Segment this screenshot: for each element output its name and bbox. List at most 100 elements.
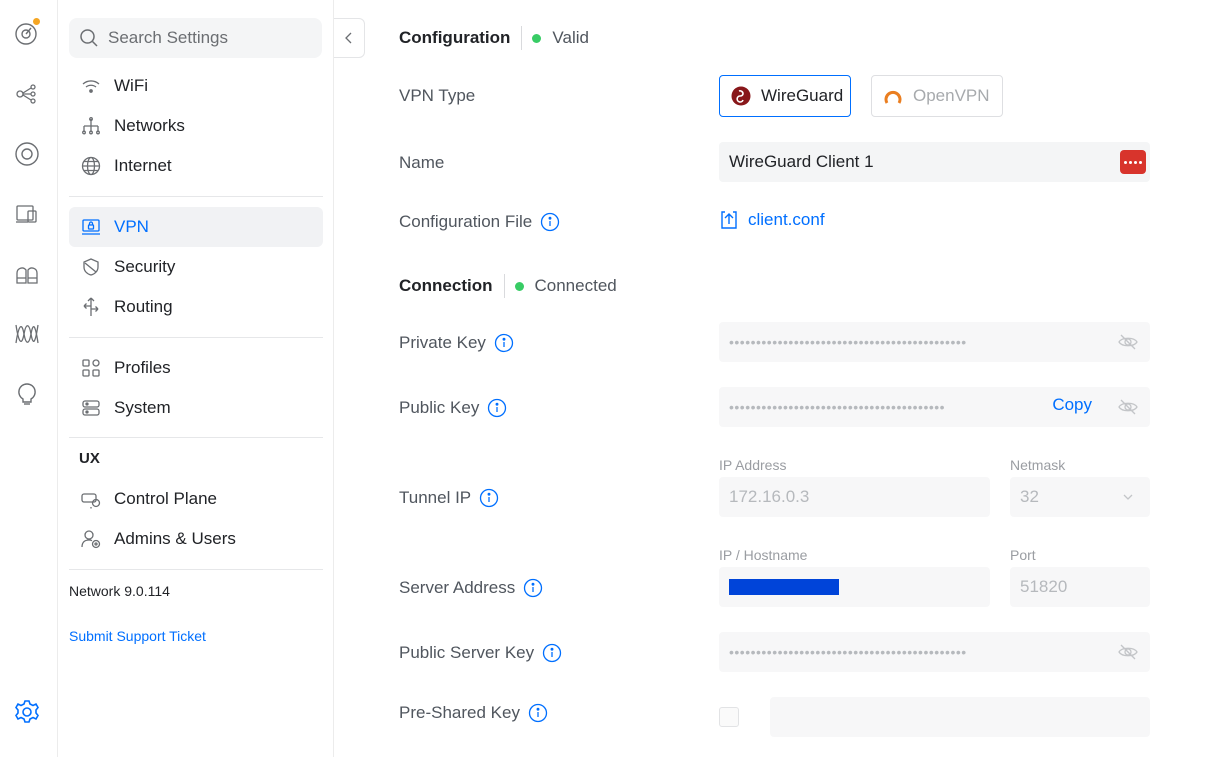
notification-dot (32, 17, 41, 26)
tunnel-ip-label: Tunnel IP (399, 488, 499, 508)
sidebar-item-label: Security (114, 257, 176, 276)
globe-icon (81, 156, 101, 176)
name-field[interactable]: WireGuard Client 1 (719, 142, 1150, 182)
eye-off-icon[interactable] (1118, 332, 1138, 352)
public-key-label: Public Key (399, 398, 507, 418)
server-address-label: Server Address (399, 578, 543, 598)
private-key-field[interactable]: ••••••••••••••••••••••••••••••••••••••••… (719, 322, 1150, 362)
chevron-left-icon (345, 32, 352, 44)
system-icon (81, 398, 101, 418)
support-ticket-link[interactable]: Submit Support Ticket (69, 628, 206, 644)
sidebar-divider (69, 337, 323, 338)
sidebar-item-control-plane[interactable]: Control Plane (69, 479, 323, 519)
public-server-key-label: Public Server Key (399, 643, 562, 663)
sidebar-item-label: Networks (114, 116, 185, 135)
topology-icon[interactable] (13, 80, 41, 108)
search-input[interactable] (108, 28, 308, 48)
sidebar-divider (69, 437, 323, 438)
profiles-icon (81, 358, 101, 378)
insights-icon[interactable] (13, 260, 41, 288)
configuration-status: Valid (552, 28, 589, 47)
collapse-sidebar-button[interactable] (334, 18, 365, 58)
sidebar-item-label: VPN (114, 217, 149, 236)
vpn-icon (81, 217, 101, 237)
sidebar-item-networks[interactable]: Networks (69, 106, 323, 146)
server-address-label-text: Server Address (399, 578, 516, 597)
status-dot (514, 281, 524, 291)
pre-shared-key-label-text: Pre-Shared Key (399, 703, 520, 722)
wireguard-logo-icon (731, 86, 751, 106)
info-icon[interactable] (523, 578, 543, 598)
config-file-link[interactable]: client.conf (719, 210, 825, 230)
wireguard-option[interactable]: WireGuard (719, 75, 851, 117)
info-icon[interactable] (494, 333, 514, 353)
search-icon (80, 29, 98, 47)
name-label: Name (399, 153, 444, 173)
pre-shared-key-label: Pre-Shared Key (399, 703, 548, 723)
clients-icon[interactable] (13, 200, 41, 228)
sidebar-item-wifi[interactable]: WiFi (69, 66, 323, 106)
openvpn-logo-icon (884, 90, 902, 104)
upload-icon (721, 211, 737, 229)
eye-off-icon[interactable] (1118, 642, 1138, 662)
eye-off-icon[interactable] (1118, 397, 1138, 417)
wifi-icon (81, 76, 101, 96)
sidebar-item-internet[interactable]: Internet (69, 146, 323, 186)
openvpn-option[interactable]: OpenVPN (871, 75, 1003, 117)
settings-icon[interactable] (13, 698, 41, 726)
connection-title: Connection (399, 276, 493, 295)
sidebar-item-label: WiFi (114, 76, 148, 95)
info-icon[interactable] (487, 398, 507, 418)
sidebar-item-security[interactable]: Security (69, 247, 323, 287)
port-field[interactable]: 51820 (1010, 567, 1150, 607)
search-box[interactable] (69, 18, 322, 58)
devices-icon[interactable] (13, 140, 41, 168)
vpn-type-label-text: VPN Type (399, 86, 476, 105)
control-plane-icon (81, 489, 101, 509)
chevron-down-icon (1123, 494, 1133, 500)
sidebar-item-label: Profiles (114, 358, 171, 377)
pre-shared-key-field[interactable] (770, 697, 1150, 737)
redacted-hostname (729, 579, 839, 595)
sidebar-item-system[interactable]: System (69, 388, 323, 428)
app-rail (0, 0, 58, 757)
config-file-label-text: Configuration File (399, 212, 533, 231)
configuration-header: Configuration Valid (399, 26, 589, 50)
pre-shared-key-checkbox[interactable] (719, 707, 739, 727)
sidebar-item-routing[interactable]: Routing (69, 287, 323, 327)
sidebar-item-admins-users[interactable]: Admins & Users (69, 519, 323, 559)
wireguard-option-label: WireGuard (761, 86, 844, 105)
info-icon[interactable] (540, 212, 560, 232)
netmask-sublabel: Netmask (1010, 457, 1066, 473)
copy-button[interactable]: Copy (1052, 395, 1092, 415)
netmask-select[interactable]: 32 (1010, 477, 1150, 517)
sidebar-item-label: Internet (114, 156, 172, 175)
tunnel-ip-label-text: Tunnel IP (399, 488, 472, 507)
header-separator (521, 26, 523, 50)
sidebar-item-profiles[interactable]: Profiles (69, 348, 323, 388)
hostname-field[interactable] (719, 567, 990, 607)
name-label-text: Name (399, 153, 445, 172)
port-value: 51820 (1020, 577, 1068, 596)
password-manager-icon[interactable] (1120, 150, 1146, 174)
public-server-key-field[interactable]: ••••••••••••••••••••••••••••••••••••••••… (719, 632, 1150, 672)
info-icon[interactable] (528, 703, 548, 723)
ip-address-field[interactable]: 172.16.0.3 (719, 477, 990, 517)
info-icon[interactable] (479, 488, 499, 508)
header-separator (503, 274, 505, 298)
unifi-dashboard-icon[interactable] (13, 17, 41, 47)
connection-header: Connection Connected (399, 274, 617, 298)
version-text: Network 9.0.114 (69, 583, 170, 599)
shield-icon (81, 257, 101, 277)
ideas-icon[interactable] (13, 380, 41, 408)
sidebar-item-label: Admins & Users (114, 529, 236, 548)
sidebar-item-label: System (114, 398, 171, 417)
traffic-icon[interactable] (13, 320, 41, 348)
openvpn-option-label: OpenVPN (913, 86, 990, 105)
ip-address-value: 172.16.0.3 (729, 487, 810, 506)
status-dot (532, 33, 542, 43)
public-key-field[interactable]: ••••••••••••••••••••••••••••••••••••••••… (719, 387, 1150, 427)
info-icon[interactable] (542, 643, 562, 663)
name-input[interactable]: WireGuard Client 1 (729, 152, 874, 172)
sidebar-item-vpn[interactable]: VPN (69, 207, 323, 247)
